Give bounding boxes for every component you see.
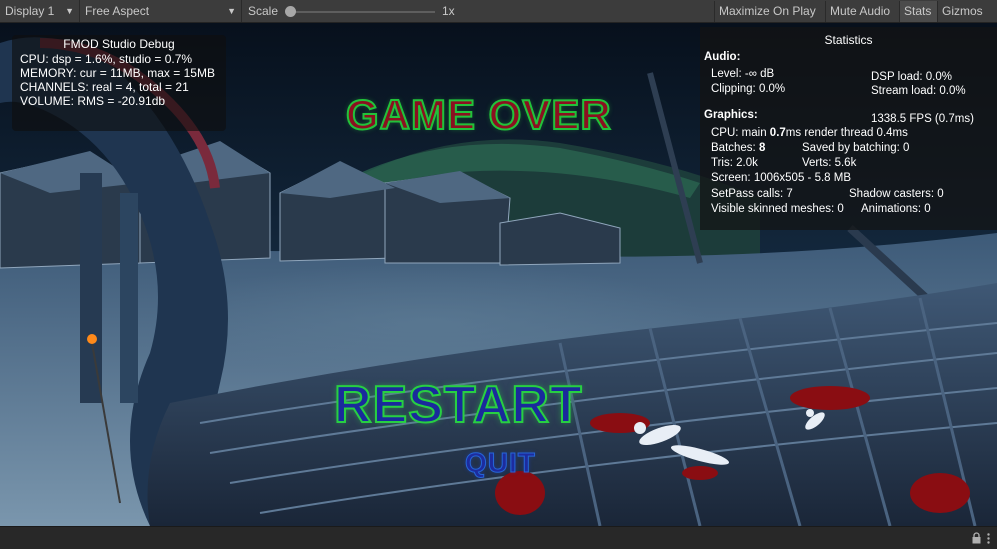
game-over-title: GAME OVER xyxy=(346,91,612,139)
stats-title: Statistics xyxy=(700,33,997,47)
torch-flame xyxy=(87,334,97,344)
kebab-menu-icon[interactable] xyxy=(987,533,990,544)
fmod-cpu: CPU: dsp = 1.6%, studio = 0.7% xyxy=(12,52,226,66)
verts: Verts: 5.6k xyxy=(802,157,856,169)
chevron-down-icon: ▼ xyxy=(227,0,236,22)
graphics-header: Graphics: xyxy=(704,109,758,121)
fmod-debug-panel: FMOD Studio Debug CPU: dsp = 1.6%, studi… xyxy=(12,35,226,131)
display-label: Display 1 xyxy=(5,4,54,18)
batches: Batches: 8 xyxy=(711,142,765,154)
batches-label: Batches: xyxy=(711,142,759,154)
status-bar xyxy=(0,526,997,549)
fps: 1338.5 FPS (0.7ms) xyxy=(871,113,974,125)
batches-value: 8 xyxy=(759,142,765,154)
scale-label: Scale xyxy=(243,0,283,22)
statistics-panel: Statistics Audio: Level: -∞ dB DSP load:… xyxy=(700,27,997,230)
cpu-main-label: CPU: main xyxy=(711,127,770,139)
wooden-post xyxy=(80,173,102,403)
maximize-label: Maximize On Play xyxy=(719,4,816,18)
gizmos-label: Gizmos xyxy=(942,4,983,18)
shadow-casters: Shadow casters: 0 xyxy=(849,188,944,200)
cpu-main: CPU: main 0.7ms render thread 0.4ms xyxy=(711,127,908,139)
render-thread: ms render thread 0.4ms xyxy=(786,127,908,139)
restart-button[interactable]: RESTART xyxy=(334,375,583,435)
fmod-title: FMOD Studio Debug xyxy=(12,36,226,52)
scale-slider-handle[interactable] xyxy=(285,6,296,17)
scale-slider-track[interactable] xyxy=(290,11,435,13)
mute-audio-button[interactable]: Mute Audio xyxy=(825,1,898,22)
cpu-main-value: 0.7 xyxy=(770,127,786,139)
audio-clipping: Clipping: 0.0% xyxy=(711,83,785,95)
dsp-load: DSP load: 0.0% xyxy=(871,71,952,83)
stats-button[interactable]: Stats xyxy=(899,1,937,22)
quit-button[interactable]: QUIT xyxy=(465,447,536,479)
aspect-label: Free Aspect xyxy=(85,4,149,18)
visible-skinned-meshes: Visible skinned meshes: 0 xyxy=(711,203,844,215)
fmod-memory: MEMORY: cur = 11MB, max = 15MB xyxy=(12,66,226,80)
saved-by-batching: Saved by batching: 0 xyxy=(802,142,909,154)
aspect-dropdown[interactable]: Free Aspect ▼ xyxy=(80,0,242,22)
stream-load: Stream load: 0.0% xyxy=(871,85,966,97)
game-view[interactable]: FMOD Studio Debug CPU: dsp = 1.6%, studi… xyxy=(0,23,997,526)
fmod-volume: VOLUME: RMS = -20.91db xyxy=(12,94,226,108)
audio-header: Audio: xyxy=(704,51,740,63)
game-view-toolbar: Display 1 ▼ Free Aspect ▼ Scale 1x Maxim… xyxy=(0,0,997,23)
tris: Tris: 2.0k xyxy=(711,157,758,169)
fmod-channels: CHANNELS: real = 4, total = 21 xyxy=(12,80,226,94)
stats-label: Stats xyxy=(904,4,931,18)
wooden-post xyxy=(120,193,138,403)
gizmos-dropdown[interactable]: Gizmos ▼ xyxy=(937,1,997,22)
screen-info: Screen: 1006x505 - 5.8 MB xyxy=(711,172,851,184)
audio-level: Level: -∞ dB xyxy=(711,68,774,80)
scale-value: 1x xyxy=(437,0,460,22)
mute-label: Mute Audio xyxy=(830,4,890,18)
maximize-on-play-button[interactable]: Maximize On Play xyxy=(714,1,824,22)
animations: Animations: 0 xyxy=(861,203,931,215)
chevron-down-icon: ▼ xyxy=(65,0,74,22)
lock-icon[interactable] xyxy=(972,532,981,544)
display-dropdown[interactable]: Display 1 ▼ xyxy=(0,0,80,22)
setpass-calls: SetPass calls: 7 xyxy=(711,188,793,200)
